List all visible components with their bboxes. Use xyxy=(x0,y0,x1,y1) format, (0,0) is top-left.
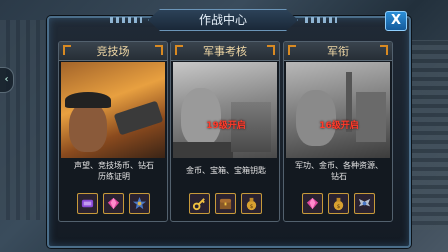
building-left xyxy=(0,20,45,220)
arena-artwork xyxy=(61,62,165,158)
reward-icons: $ xyxy=(171,193,279,215)
military-rank-card[interactable]: 军衔 16级开启 军功、金币、各种资源、 钻石 $ xyxy=(283,41,393,222)
gold-key-icon xyxy=(188,193,210,214)
uniform xyxy=(173,142,233,158)
card-title: 竞技场 xyxy=(96,45,130,58)
title-right-ornament xyxy=(305,17,337,23)
description-line: 钻石 xyxy=(331,172,347,181)
card-title: 军衔 xyxy=(327,45,349,58)
card-description: 金币、宝箱、宝箱钥匙 xyxy=(175,165,277,176)
rank-artwork xyxy=(286,62,390,158)
building-silhouette xyxy=(356,92,386,142)
purple-token-icon xyxy=(76,193,98,214)
badge-medal-icon xyxy=(128,193,150,214)
soldier-cap xyxy=(65,92,111,108)
rank-wings-icon xyxy=(353,193,375,214)
locked-level-text: 19级开启 xyxy=(206,121,246,131)
arena-card[interactable]: 竞技场 声望、竞技场币、钻石 历练证明 xyxy=(58,41,168,222)
description-line: 金币、宝箱、宝箱钥匙 xyxy=(186,166,266,175)
card-title: 军事考核 xyxy=(203,45,247,58)
building-right xyxy=(408,40,448,230)
description-line: 声望、竞技场币、钻石 xyxy=(74,161,154,170)
reward-icons xyxy=(59,193,167,215)
military-assessment-card[interactable]: 军事考核 19级开启 金币、宝箱、宝箱钥匙 $ xyxy=(170,41,280,222)
close-button[interactable]: X xyxy=(385,11,407,31)
card-description: 军功、金币、各种资源、 钻石 xyxy=(288,160,390,182)
tank-silhouette xyxy=(113,100,164,136)
card-description: 声望、竞技场币、钻石 历练证明 xyxy=(63,160,165,182)
description-line: 历练证明 xyxy=(98,172,130,181)
assessment-artwork xyxy=(173,62,277,158)
treasure-chest-icon xyxy=(214,193,236,214)
gold-coin-bag-icon: $ xyxy=(327,193,349,214)
officer-portrait xyxy=(181,88,221,146)
locked-level-text: 16级开启 xyxy=(319,121,359,131)
svg-text:$: $ xyxy=(336,204,340,210)
pink-diamond-icon xyxy=(301,193,323,214)
window-title: 作战中心 xyxy=(198,13,247,27)
svg-text:$: $ xyxy=(249,204,253,210)
description-line: 军功、金币、各种资源、 xyxy=(295,161,383,170)
side-expand-arrow-icon[interactable]: ‹ xyxy=(0,67,14,93)
reward-icons: $ xyxy=(284,193,392,215)
soldier-portrait xyxy=(69,102,107,152)
title-left-ornament xyxy=(110,17,142,23)
pink-diamond-icon xyxy=(102,193,124,214)
gold-coin-bag-icon: $ xyxy=(240,193,262,214)
